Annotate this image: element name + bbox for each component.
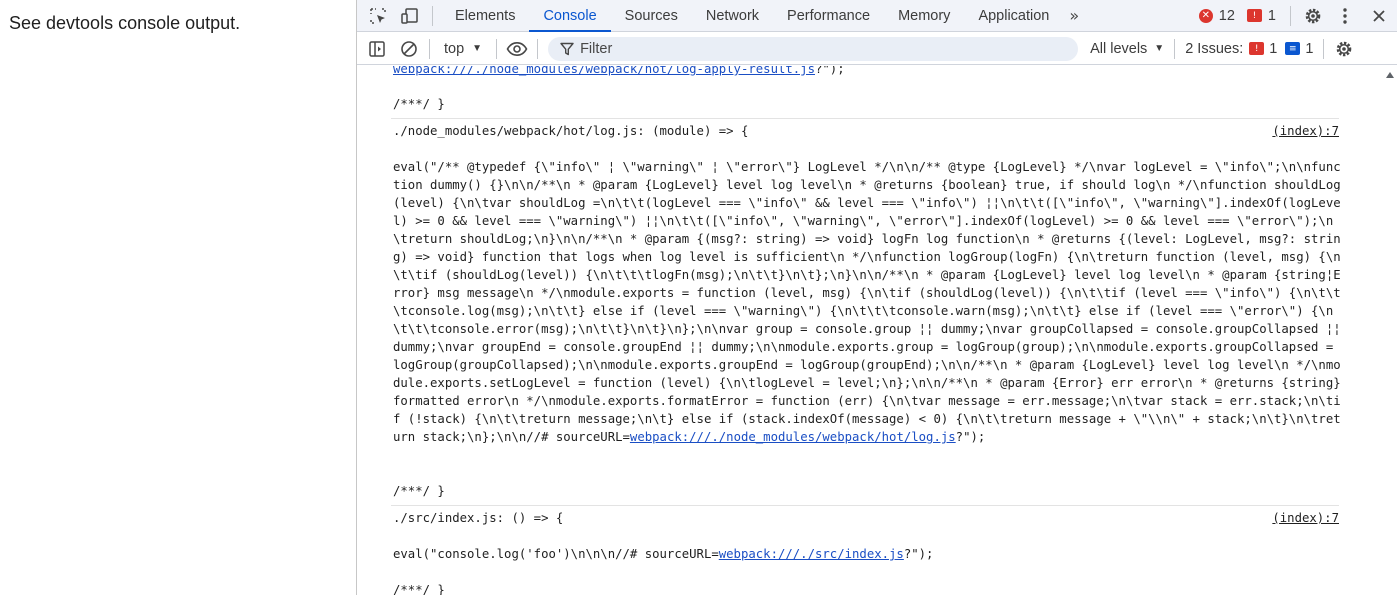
tabbar-separator: [432, 5, 433, 26]
toolbar-separator: [496, 38, 498, 59]
toolbar-separator: [537, 38, 539, 59]
console-scrollbar[interactable]: [1383, 66, 1397, 595]
module-code: eval("/** @typedef {\"info\" ¦ \"warning…: [393, 158, 1341, 446]
source-url-link[interactable]: webpack:///./node_modules/webpack/hot/lo…: [630, 430, 956, 444]
module-code-tail: ?");: [903, 547, 934, 561]
console-toolbar: top ▼ All levels ▼ 2 Issues: ! 1 ≡ 1: [357, 33, 1397, 65]
issues-error-count: 1: [1269, 40, 1278, 57]
module-code-tail: ?");: [955, 430, 986, 444]
filter-box: [548, 36, 1079, 61]
close-devtools-icon[interactable]: [1365, 2, 1393, 30]
source-url-link[interactable]: webpack:///./node_modules/webpack/hot/lo…: [393, 66, 815, 76]
toolbar-separator: [1174, 38, 1176, 59]
toolbar-separator: [1323, 38, 1325, 59]
tab-sources[interactable]: Sources: [611, 0, 692, 32]
tab-elements[interactable]: Elements: [441, 0, 529, 32]
module-header: ./node_modules/webpack/hot/log.js: (modu…: [393, 124, 749, 138]
log-levels-dropdown-icon: ▼: [1154, 43, 1165, 54]
tab-application[interactable]: Application: [964, 0, 1063, 32]
toolbar-separator: [429, 38, 430, 59]
source-location-link[interactable]: (index):7: [1272, 509, 1339, 527]
context-label: top: [444, 40, 465, 57]
log-levels-dropdown[interactable]: All levels ▼: [1090, 41, 1164, 57]
issues-info-count: 1: [1305, 40, 1314, 57]
issue-counter[interactable]: ! 1: [1246, 7, 1276, 24]
device-toolbar-icon[interactable]: [396, 2, 424, 30]
settings-gear-icon[interactable]: [1299, 2, 1327, 30]
module-code: eval("console.log('foo')\n\n\n//# source…: [393, 545, 1341, 563]
end-marker-text: /***/ }: [393, 97, 445, 111]
more-tabs-chevron-icon[interactable]: »: [1063, 6, 1085, 25]
error-counter[interactable]: ✕ 12: [1198, 7, 1235, 24]
context-dropdown-icon: ▼: [472, 43, 483, 54]
inspect-element-icon[interactable]: [364, 2, 392, 30]
message-divider: [391, 505, 1339, 506]
scroll-up-arrow-icon[interactable]: [1386, 72, 1394, 78]
issue-flag-icon: !: [1246, 9, 1262, 22]
devtools-panel: Elements Console Sources Network Perform…: [356, 0, 1397, 595]
error-icon: ✕: [1198, 8, 1213, 23]
console-settings-gear-icon[interactable]: [1330, 35, 1358, 63]
more-options-kebab-icon[interactable]: [1331, 2, 1359, 30]
tab-memory[interactable]: Memory: [884, 0, 964, 32]
end-marker-text: /***/ }: [393, 583, 445, 595]
live-expression-eye-icon[interactable]: [503, 35, 531, 63]
issues-button[interactable]: 2 Issues: ! 1 ≡ 1: [1185, 41, 1321, 57]
module-code-text: eval("console.log('foo')\n\n\n//# source…: [393, 547, 719, 561]
error-count: 12: [1218, 7, 1235, 24]
devtools-tabbar: Elements Console Sources Network Perform…: [357, 0, 1397, 32]
tabbar-separator: [1290, 5, 1291, 26]
end-marker-text: /***/ }: [393, 484, 445, 498]
filter-input[interactable]: [580, 37, 1061, 60]
partial-tail: ?");: [815, 66, 845, 76]
clear-console-icon[interactable]: [395, 35, 423, 63]
module-header: ./src/index.js: () => {: [393, 511, 564, 525]
tab-network[interactable]: Network: [692, 0, 773, 32]
issues-label: 2 Issues:: [1185, 40, 1244, 57]
tab-console[interactable]: Console: [529, 0, 611, 32]
source-location-link[interactable]: (index):7: [1272, 122, 1339, 140]
show-sidebar-icon[interactable]: [363, 35, 391, 63]
console-output[interactable]: webpack:///./node_modules/webpack/hot/lo…: [357, 66, 1384, 595]
log-levels-label: All levels: [1090, 40, 1148, 57]
tabbar-right: ✕ 12 ! 1: [1193, 0, 1397, 32]
issue-info-icon: ≡: [1285, 42, 1301, 55]
issue-count: 1: [1267, 7, 1276, 24]
module-code-text: eval("/** @typedef {\"info\" ¦ \"warning…: [393, 160, 1349, 444]
source-url-link[interactable]: webpack:///./src/index.js: [719, 547, 904, 561]
partial-source-line: webpack:///./node_modules/webpack/hot/lo…: [393, 66, 845, 78]
issue-error-icon: !: [1249, 42, 1265, 55]
tab-performance[interactable]: Performance: [773, 0, 884, 32]
context-selector[interactable]: top ▼: [436, 41, 490, 57]
filter-funnel-icon: [560, 42, 574, 55]
page-text: See devtools console output.: [9, 13, 241, 33]
message-divider: [391, 118, 1339, 119]
